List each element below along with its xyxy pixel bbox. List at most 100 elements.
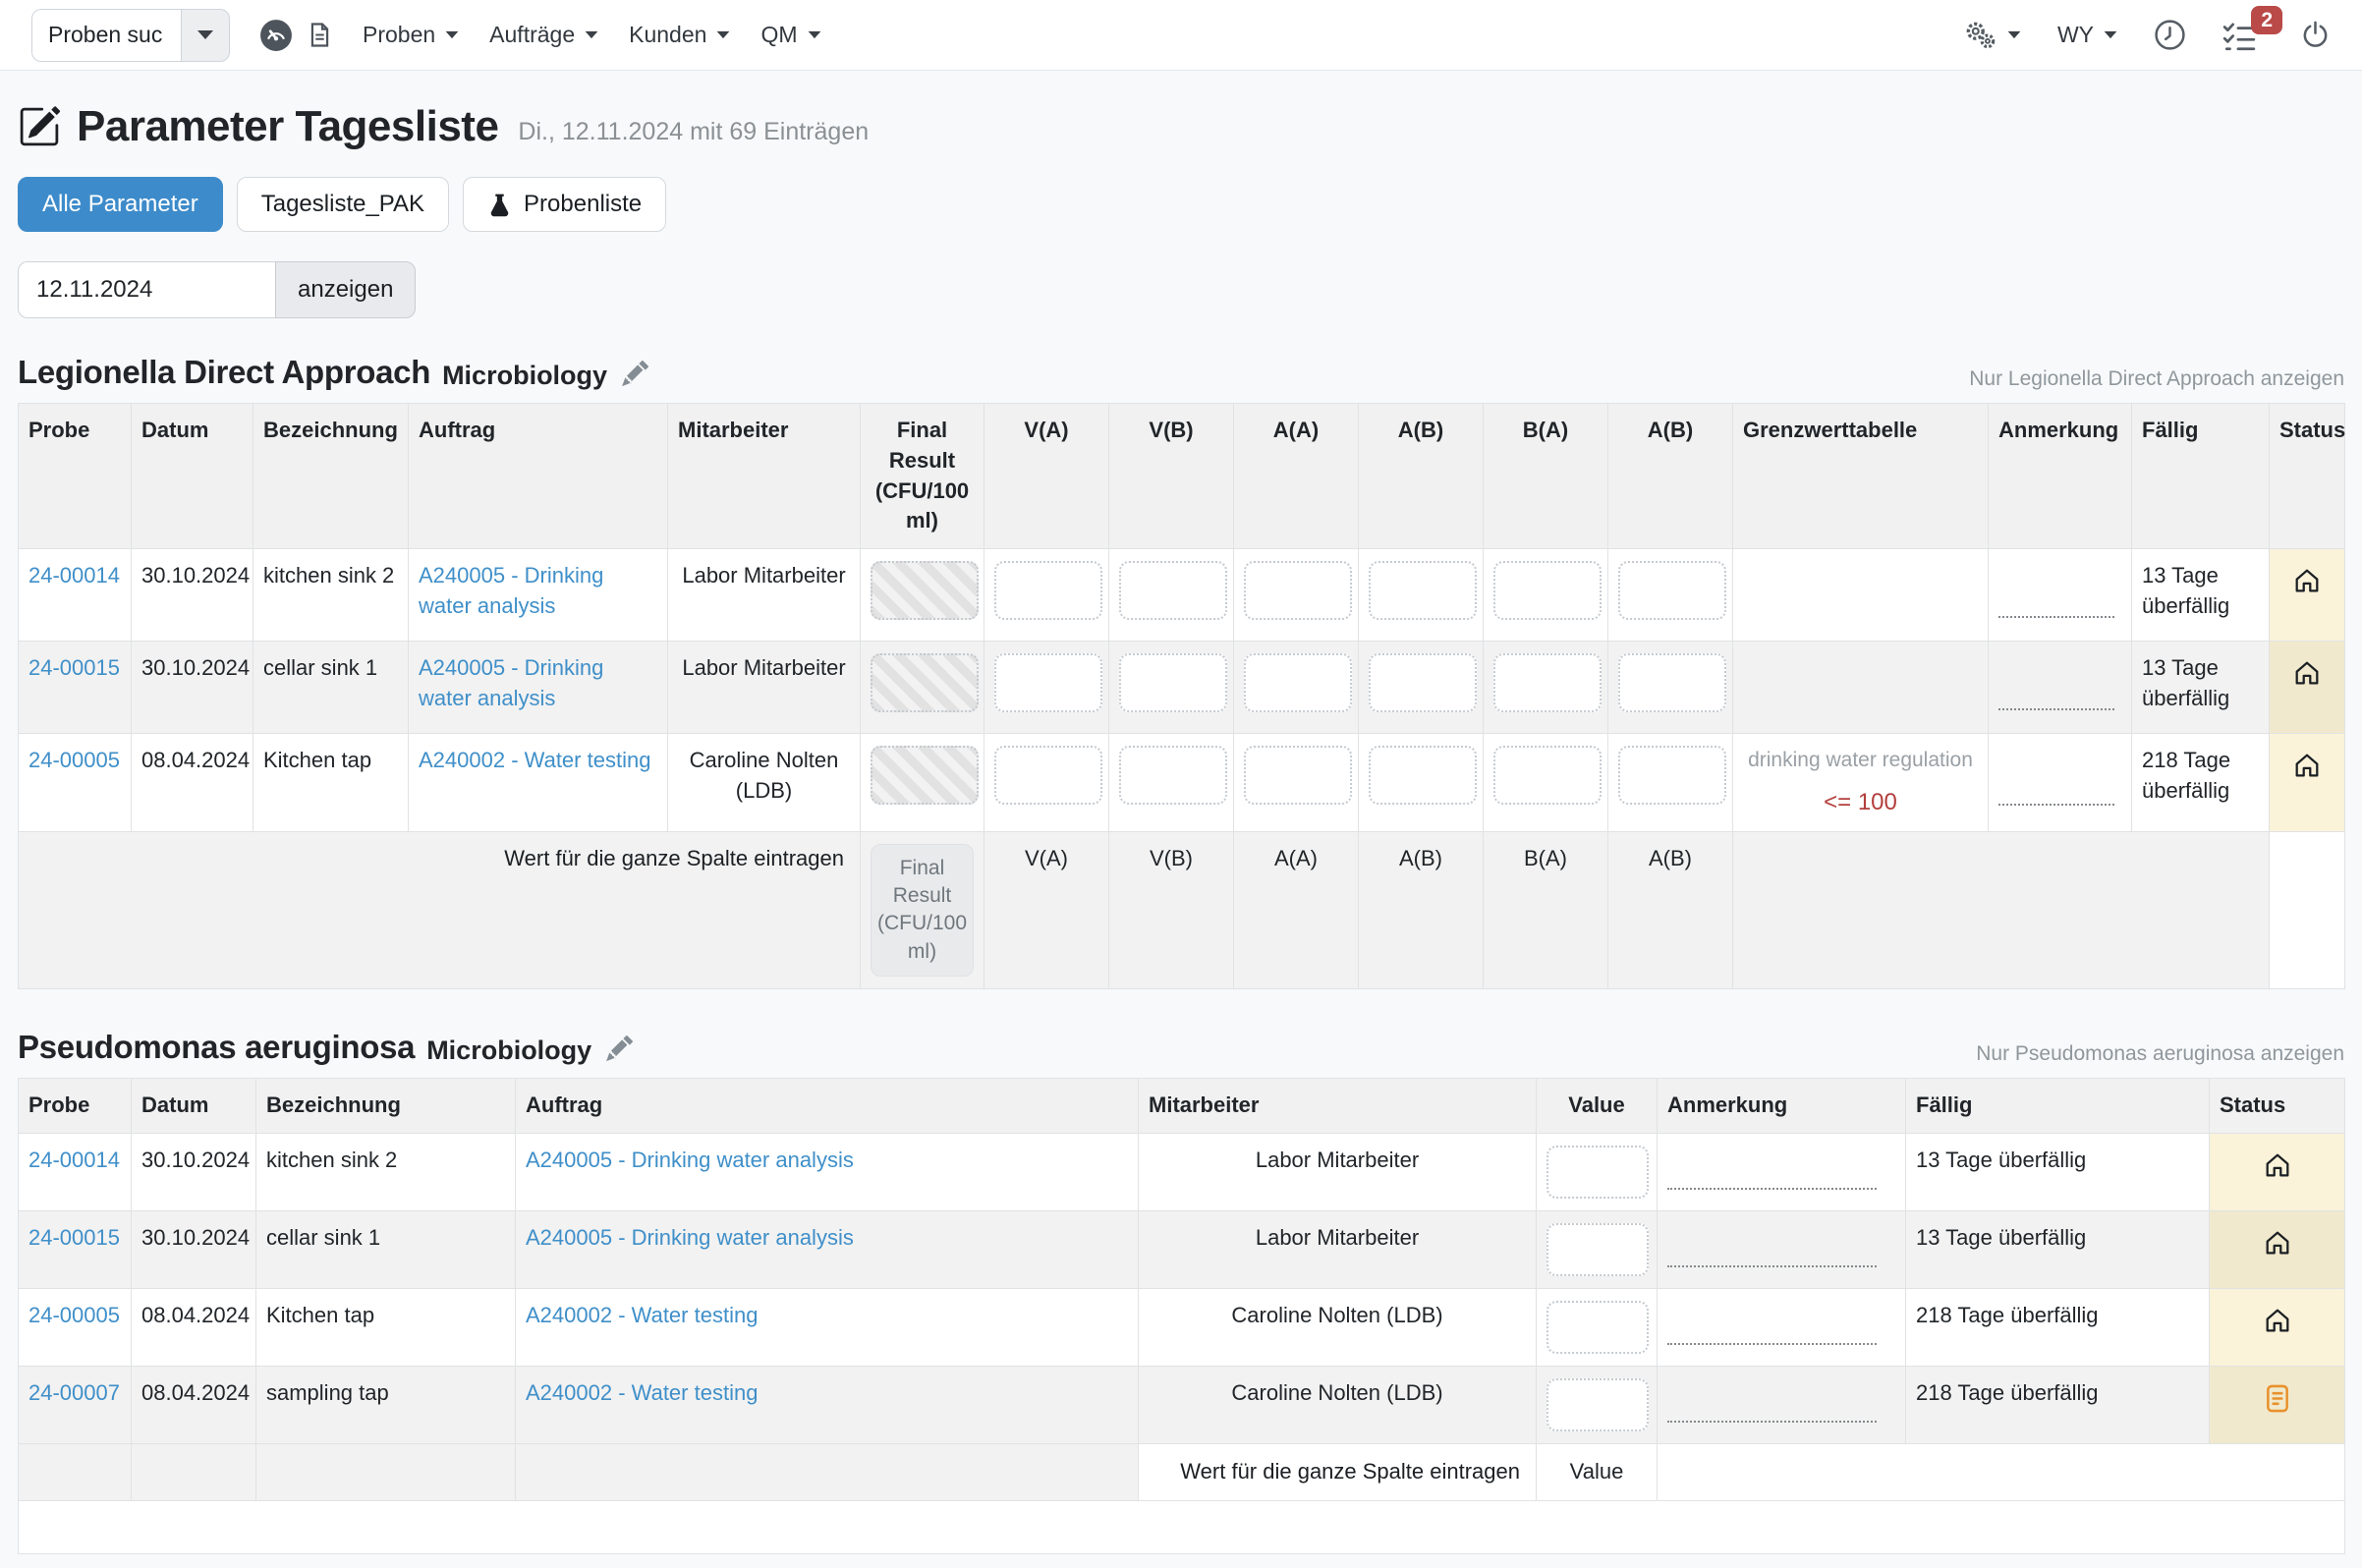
- input-aa[interactable]: [1244, 561, 1352, 620]
- input-vb[interactable]: [1119, 653, 1227, 712]
- input-ab2[interactable]: [1618, 653, 1726, 712]
- final-result-input-disabled: [871, 653, 979, 712]
- pencil-icon[interactable]: [621, 361, 648, 388]
- user-menu[interactable]: WY: [2057, 22, 2118, 48]
- anmerkung-field[interactable]: [1998, 588, 2114, 618]
- probe-link[interactable]: 24-00015: [28, 655, 120, 680]
- bezeichnung-cell: cellar sink 1: [253, 641, 409, 733]
- apply-column-ab2[interactable]: A(B): [1608, 831, 1733, 988]
- input-vb[interactable]: [1119, 746, 1227, 805]
- apply-column-aa[interactable]: A(A): [1234, 831, 1359, 988]
- date-input[interactable]: [18, 261, 275, 318]
- apply-column-vb[interactable]: V(B): [1109, 831, 1234, 988]
- value-input[interactable]: [1547, 1223, 1649, 1276]
- apply-column-ab[interactable]: A(B): [1359, 831, 1484, 988]
- probe-link[interactable]: 24-00015: [28, 1225, 120, 1250]
- dashboard-icon[interactable]: [259, 19, 293, 52]
- probe-link[interactable]: 24-00014: [28, 1148, 120, 1172]
- probe-link[interactable]: 24-00014: [28, 563, 120, 588]
- all-parameters-button[interactable]: Alle Parameter: [18, 177, 223, 232]
- probenliste-button[interactable]: Probenliste: [463, 177, 666, 232]
- home-icon[interactable]: [2263, 1150, 2292, 1180]
- document-icon[interactable]: [307, 20, 333, 50]
- chevron-down-icon: [586, 31, 598, 38]
- table-row: 24-00015 30.10.2024 cellar sink 1 A24000…: [19, 641, 2345, 733]
- pencil-icon[interactable]: [605, 1036, 633, 1063]
- column-apply-row: Wert für die ganze Spalte eintragen Fina…: [19, 831, 2345, 988]
- input-aa[interactable]: [1244, 653, 1352, 712]
- home-icon[interactable]: [2292, 658, 2322, 688]
- input-ab2[interactable]: [1618, 746, 1726, 805]
- chevron-down-icon: [2105, 31, 2117, 38]
- faellig-cell: 13 Tage überfällig: [1906, 1210, 2210, 1288]
- apply-column-value[interactable]: Value: [1537, 1443, 1658, 1500]
- datum-cell: 08.04.2024: [132, 1366, 256, 1443]
- auftrag-link[interactable]: A240002 - Water testing: [419, 748, 650, 772]
- menu-kunden[interactable]: Kunden: [629, 22, 731, 48]
- value-input[interactable]: [1547, 1301, 1649, 1354]
- logout-power-icon[interactable]: [2300, 20, 2331, 50]
- search-input[interactable]: [31, 9, 181, 62]
- probe-link[interactable]: 24-00005: [28, 748, 120, 772]
- status-cell: [2210, 1210, 2345, 1288]
- history-clock-icon[interactable]: [2154, 19, 2186, 51]
- tagesliste-pak-button[interactable]: Tagesliste_PAK: [237, 177, 449, 232]
- status-cell: [2210, 1366, 2345, 1443]
- input-ab[interactable]: [1369, 561, 1477, 620]
- anmerkung-field[interactable]: [1998, 776, 2114, 806]
- apply-final-result-disabled: Final Result (CFU/100 ml): [871, 844, 974, 977]
- show-button[interactable]: anzeigen: [275, 261, 416, 318]
- probe-link[interactable]: 24-00007: [28, 1380, 120, 1405]
- chevron-down-icon: [808, 31, 820, 38]
- auftrag-link[interactable]: A240005 - Drinking water analysis: [526, 1225, 854, 1250]
- bezeichnung-cell: cellar sink 1: [256, 1210, 516, 1288]
- status-cell: [2270, 549, 2345, 642]
- table-row: 24-00014 30.10.2024 kitchen sink 2 A2400…: [19, 1133, 2345, 1210]
- input-ab2[interactable]: [1618, 561, 1726, 620]
- search-dropdown-button[interactable]: [181, 9, 230, 62]
- settings-menu[interactable]: [1962, 20, 2022, 51]
- anmerkung-field[interactable]: [1667, 1316, 1877, 1345]
- input-ab[interactable]: [1369, 746, 1477, 805]
- auftrag-link[interactable]: A240002 - Water testing: [526, 1380, 758, 1405]
- value-input[interactable]: [1547, 1146, 1649, 1199]
- auftrag-link[interactable]: A240005 - Drinking water analysis: [419, 563, 603, 618]
- input-ba[interactable]: [1493, 746, 1602, 805]
- faellig-cell: 218 Tage überfällig: [2132, 733, 2270, 831]
- home-icon[interactable]: [2292, 751, 2322, 780]
- menu-qm[interactable]: QM: [760, 22, 821, 48]
- bezeichnung-cell: kitchen sink 2: [256, 1133, 516, 1210]
- input-ba[interactable]: [1493, 653, 1602, 712]
- input-ba[interactable]: [1493, 561, 1602, 620]
- anmerkung-field[interactable]: [1667, 1393, 1877, 1423]
- home-icon[interactable]: [2292, 566, 2322, 595]
- protocol-icon[interactable]: [2266, 1384, 2289, 1413]
- input-vb[interactable]: [1119, 561, 1227, 620]
- auftrag-link[interactable]: A240005 - Drinking water analysis: [526, 1148, 854, 1172]
- filter-legionella-link[interactable]: Nur Legionella Direct Approach anzeigen: [1969, 367, 2344, 391]
- flask-icon: [487, 193, 512, 217]
- menu-proben[interactable]: Proben: [363, 22, 460, 48]
- apply-column-va[interactable]: V(A): [984, 831, 1109, 988]
- menu-auftraege[interactable]: Aufträge: [489, 22, 599, 48]
- input-va[interactable]: [994, 746, 1102, 805]
- input-aa[interactable]: [1244, 746, 1352, 805]
- anmerkung-field[interactable]: [1667, 1160, 1877, 1190]
- apply-column-ba[interactable]: B(A): [1484, 831, 1608, 988]
- input-va[interactable]: [994, 653, 1102, 712]
- input-ab[interactable]: [1369, 653, 1477, 712]
- auftrag-link[interactable]: A240005 - Drinking water analysis: [419, 655, 603, 710]
- section1-title: Legionella Direct Approach: [18, 354, 430, 391]
- probe-link[interactable]: 24-00005: [28, 1303, 120, 1327]
- table-header-row: Probe Datum Bezeichnung Auftrag Mitarbei…: [19, 1079, 2345, 1134]
- faellig-cell: 13 Tage überfällig: [1906, 1133, 2210, 1210]
- task-list-icon[interactable]: 2: [2221, 20, 2257, 51]
- home-icon[interactable]: [2263, 1228, 2292, 1258]
- section2-title: Pseudomonas aeruginosa: [18, 1029, 415, 1066]
- anmerkung-field[interactable]: [1667, 1238, 1877, 1267]
- auftrag-link[interactable]: A240002 - Water testing: [526, 1303, 758, 1327]
- value-input[interactable]: [1547, 1378, 1649, 1431]
- filter-pseudomonas-link[interactable]: Nur Pseudomonas aeruginosa anzeigen: [1976, 1042, 2344, 1066]
- anmerkung-field[interactable]: [1998, 681, 2114, 710]
- input-va[interactable]: [994, 561, 1102, 620]
